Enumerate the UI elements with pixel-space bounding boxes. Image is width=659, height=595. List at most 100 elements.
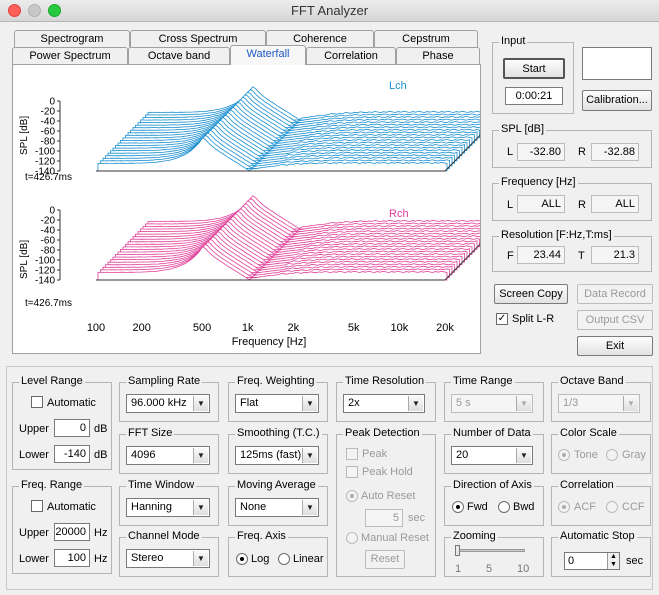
rch-time-label: t=426.7ms: [25, 298, 72, 309]
lch-waterfall-lines: [97, 86, 498, 172]
waterfall-graph-panel: 0-20-40-60-80-100-120-1400-20-40-60-80-1…: [12, 64, 517, 354]
automatic-stop-unit: sec: [626, 555, 644, 567]
freq-lower-input[interactable]: 100: [54, 549, 90, 567]
channel-mode-select[interactable]: Stereo ▼: [126, 549, 210, 568]
number-of-data-select[interactable]: 20 ▼: [451, 446, 533, 465]
chevron-down-icon: ▼: [408, 396, 423, 411]
level-range-automatic-label: Automatic: [47, 397, 96, 409]
peak-hold-checkbox[interactable]: [346, 466, 358, 478]
frequency-group-title: Frequency [Hz]: [499, 176, 578, 188]
chevron-down-icon: ▼: [193, 448, 208, 463]
spl-l-label: L: [507, 146, 514, 158]
correlation-acf-label: ACF: [574, 501, 596, 513]
zoom-tick-5: 5: [486, 563, 493, 575]
time-window-select[interactable]: Hanning ▼: [126, 498, 210, 517]
sampling-rate-select[interactable]: 96.000 kHz ▼: [126, 394, 210, 413]
chevron-down-icon: ▼: [302, 448, 317, 463]
time-range-value: 5 s: [456, 397, 471, 409]
lch-y-axis-label: SPL [dB]: [19, 116, 30, 155]
number-of-data-value: 20: [456, 449, 469, 461]
level-range-automatic-checkbox[interactable]: [31, 396, 43, 408]
exit-button[interactable]: Exit: [577, 336, 653, 356]
chevron-down-icon: ▼: [623, 396, 638, 411]
frequency-tick-label: 10k: [390, 322, 408, 334]
level-lower-unit: dB: [94, 449, 108, 461]
zoom-slider-handle[interactable]: [455, 545, 460, 556]
split-lr-checkbox[interactable]: ✓: [496, 313, 508, 325]
peak-checkbox[interactable]: [346, 448, 358, 460]
time-resolution-title: Time Resolution: [343, 375, 427, 387]
tab-correlation[interactable]: Correlation: [306, 47, 396, 64]
rch-channel-label: Rch: [389, 208, 409, 220]
freq-upper-unit: Hz: [94, 527, 108, 539]
direction-bwd-label: Bwd: [513, 501, 535, 513]
fft-size-select[interactable]: 4096 ▼: [126, 446, 210, 465]
freq-axis-log-radio[interactable]: [236, 553, 248, 565]
peak-label: Peak: [362, 448, 388, 460]
color-scale-gray-radio[interactable]: [606, 449, 618, 461]
title-bar: FFT Analyzer: [0, 0, 659, 22]
correlation-ccf-radio[interactable]: [606, 501, 618, 513]
resolution-t-value: 21.3: [591, 246, 639, 264]
octave-band-select[interactable]: 1/3 ▼: [558, 394, 640, 413]
moving-average-title: Moving Average: [235, 479, 318, 491]
freq-range-automatic-checkbox[interactable]: [31, 500, 43, 512]
tab-cepstrum[interactable]: Cepstrum: [374, 30, 478, 47]
screen-copy-button[interactable]: Screen Copy: [494, 284, 568, 304]
tab-octave-band[interactable]: Octave band: [128, 47, 230, 64]
color-scale-tone-radio[interactable]: [558, 449, 570, 461]
freq-weighting-select[interactable]: Flat ▼: [235, 394, 319, 413]
lch-channel-label: Lch: [389, 80, 407, 92]
frequency-r-value: ALL: [591, 195, 639, 213]
chevron-down-icon: ▼: [302, 396, 317, 411]
chevron-down-icon: ▼: [193, 396, 208, 411]
rch-y-axis-label: SPL [dB]: [19, 240, 30, 279]
fft-size-title: FFT Size: [126, 427, 175, 439]
frequency-tick-label: 200: [132, 322, 150, 334]
lch-waterfall-plot: 0-20-40-60-80-100-120-1400-20-40-60-80-1…: [19, 80, 517, 183]
time-resolution-select[interactable]: 2x ▼: [343, 394, 425, 413]
tab-waterfall[interactable]: Waterfall: [230, 45, 306, 65]
frequency-tick-label: 5k: [348, 322, 360, 334]
auto-reset-seconds-input[interactable]: 5: [365, 509, 403, 527]
freq-upper-input[interactable]: 20000: [54, 523, 90, 541]
time-range-select[interactable]: 5 s ▼: [451, 394, 533, 413]
output-csv-button[interactable]: Output CSV: [577, 310, 653, 330]
color-scale-gray-label: Gray: [622, 449, 646, 461]
auto-reset-radio[interactable]: [346, 490, 358, 502]
level-upper-input[interactable]: 0: [54, 419, 90, 437]
zoom-slider-track[interactable]: [457, 549, 525, 552]
level-lower-input[interactable]: -140: [54, 445, 90, 463]
freq-range-title: Freq. Range: [19, 479, 85, 491]
channel-mode-value: Stereo: [131, 552, 164, 564]
tab-spectrogram[interactable]: Spectrogram: [14, 30, 130, 47]
freq-range-automatic-label: Automatic: [47, 501, 96, 513]
calibration-button[interactable]: Calibration...: [582, 90, 652, 111]
color-scale-title: Color Scale: [558, 427, 619, 439]
freq-upper-label: Upper: [19, 527, 49, 539]
data-record-button[interactable]: Data Record: [577, 284, 653, 304]
direction-fwd-radio[interactable]: [452, 501, 464, 513]
manual-reset-radio[interactable]: [346, 532, 358, 544]
reset-button[interactable]: Reset: [365, 550, 405, 569]
direction-fwd-label: Fwd: [467, 501, 488, 513]
automatic-stop-spinner[interactable]: ▲ ▼: [607, 553, 619, 569]
freq-axis-linear-label: Linear: [293, 553, 324, 565]
manual-reset-label: Manual Reset: [361, 532, 429, 544]
correlation-acf-radio[interactable]: [558, 501, 570, 513]
octave-band-value: 1/3: [563, 397, 579, 409]
direction-bwd-radio[interactable]: [498, 501, 510, 513]
moving-average-select[interactable]: None ▼: [235, 498, 319, 517]
zooming-title: Zooming: [451, 530, 498, 542]
resolution-f-label: F: [507, 250, 514, 262]
channel-mode-title: Channel Mode: [126, 530, 202, 542]
frequency-tick-label: 2k: [288, 322, 300, 334]
freq-axis-linear-radio[interactable]: [278, 553, 290, 565]
tab-power-spectrum[interactable]: Power Spectrum: [12, 47, 128, 64]
start-button[interactable]: Start: [503, 58, 565, 79]
chevron-down-icon: ▼: [193, 551, 208, 566]
smoothing-select[interactable]: 125ms (fast) ▼: [235, 446, 319, 465]
tab-phase[interactable]: Phase: [396, 47, 480, 64]
level-meter-display: [582, 47, 652, 80]
freq-lower-label: Lower: [19, 553, 49, 565]
